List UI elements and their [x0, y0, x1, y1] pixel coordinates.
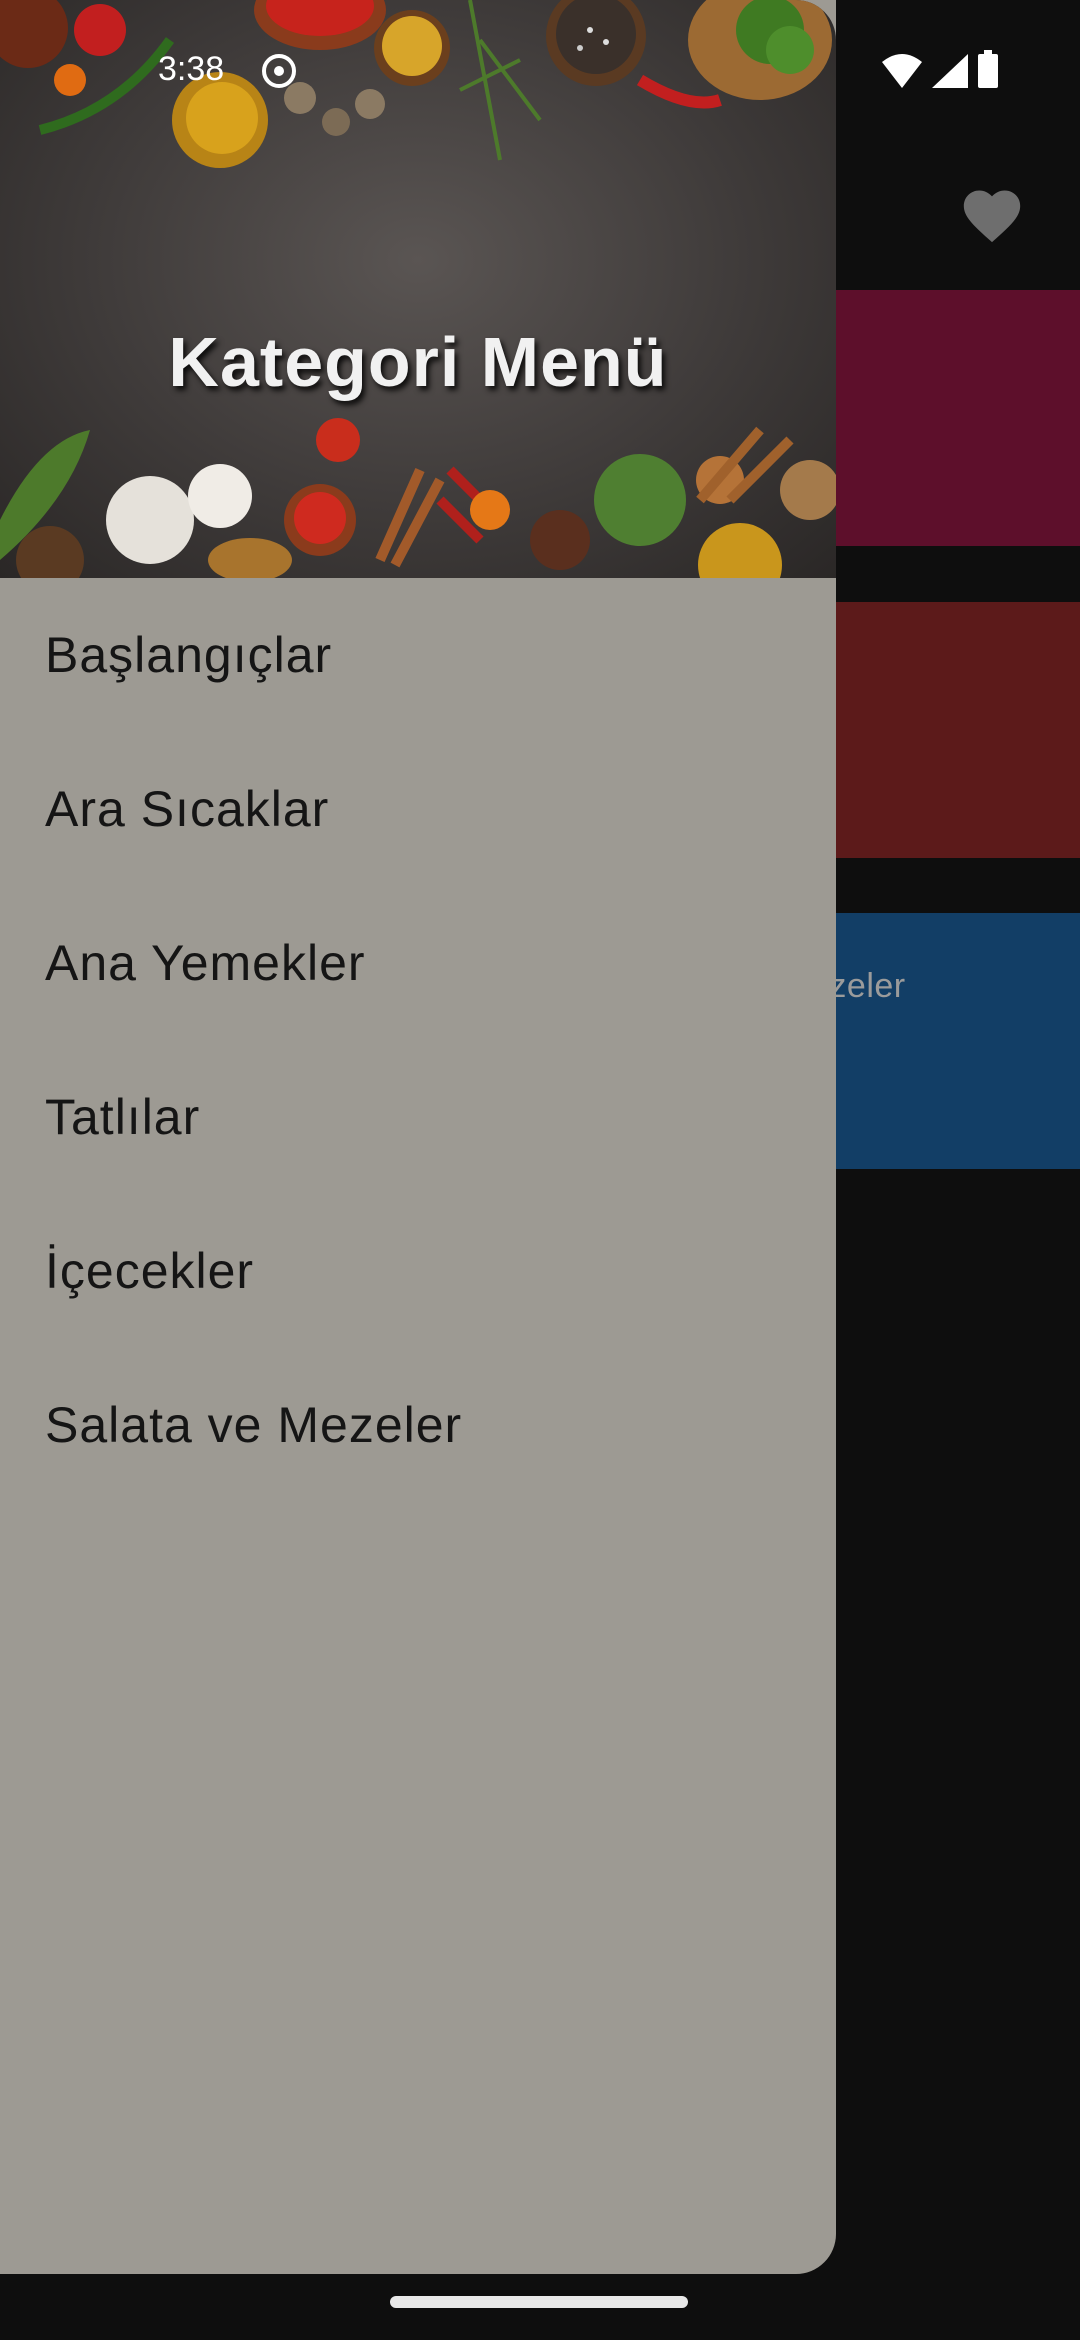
drawer-header: Kategori Menü [0, 0, 836, 578]
drawer-title: Kategori Menü [168, 323, 668, 401]
menu-item-starters[interactable]: Başlangıçlar [0, 578, 836, 732]
navigation-bar [0, 2274, 1080, 2340]
menu-item-warm-appetizers[interactable]: Ara Sıcaklar [0, 732, 836, 886]
menu-item-drinks[interactable]: İçecekler [0, 1194, 836, 1348]
screen: ezeler Kategori Menü Başlangıçlar Ara Sı… [0, 0, 1080, 2340]
heart-icon[interactable] [958, 182, 1026, 244]
category-menu: Başlangıçlar Ara Sıcaklar Ana Yemekler T… [0, 578, 836, 1502]
menu-item-main-dishes[interactable]: Ana Yemekler [0, 886, 836, 1040]
menu-item-desserts[interactable]: Tatlılar [0, 1040, 836, 1194]
menu-item-salads-meze[interactable]: Salata ve Mezeler [0, 1348, 836, 1502]
navigation-drawer: Kategori Menü Başlangıçlar Ara Sıcaklar … [0, 0, 836, 2274]
spices-image [0, 0, 836, 578]
home-gesture-handle[interactable] [390, 2296, 688, 2308]
